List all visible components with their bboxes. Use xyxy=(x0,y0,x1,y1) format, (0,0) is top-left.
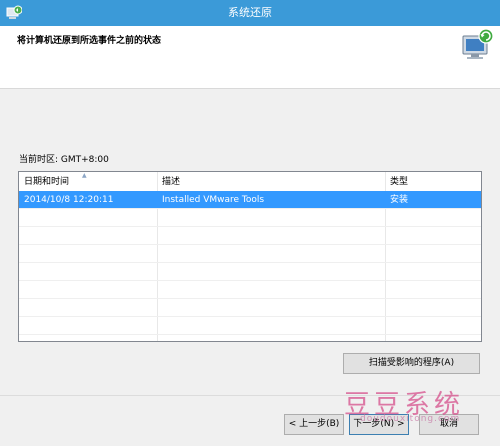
empty-row xyxy=(19,209,481,227)
watermark: 豆豆系统 doudouxitong.com xyxy=(340,384,490,426)
empty-row xyxy=(19,227,481,245)
empty-row xyxy=(19,317,481,335)
column-header-type[interactable]: 类型 xyxy=(385,172,481,191)
scan-affected-programs-button[interactable]: 扫描受影响的程序(A) xyxy=(343,353,480,374)
list-header: 日期和时间 ▲ 描述 类型 xyxy=(19,172,481,192)
page-title: 将计算机还原到所选事件之前的状态 xyxy=(17,36,162,46)
timezone-label: 当前时区: GMT+8:00 xyxy=(19,155,109,165)
sort-arrow-icon: ▲ xyxy=(82,172,87,179)
watermark-url: doudouxitong.com xyxy=(360,414,461,424)
empty-row xyxy=(19,245,481,263)
restore-points-list[interactable]: 日期和时间 ▲ 描述 类型 2014/10/8 12:20:11 Install… xyxy=(18,171,482,342)
empty-row xyxy=(19,281,481,299)
empty-row xyxy=(19,263,481,281)
restore-wizard-icon xyxy=(457,28,495,62)
title-bar: 系统还原 xyxy=(0,0,500,26)
row-date: 2014/10/8 12:20:11 xyxy=(24,195,114,205)
row-description: Installed VMware Tools xyxy=(162,195,265,205)
back-button[interactable]: < 上一步(B) xyxy=(284,414,344,435)
column-header-description[interactable]: 描述 xyxy=(157,172,385,191)
window-title: 系统还原 xyxy=(228,6,272,19)
wizard-header: 将计算机还原到所选事件之前的状态 xyxy=(0,26,500,89)
row-type: 安装 xyxy=(390,195,409,205)
table-row[interactable]: 2014/10/8 12:20:11 Installed VMware Tool… xyxy=(19,191,481,209)
empty-row xyxy=(19,299,481,317)
column-header-date[interactable]: 日期和时间 xyxy=(19,172,157,191)
